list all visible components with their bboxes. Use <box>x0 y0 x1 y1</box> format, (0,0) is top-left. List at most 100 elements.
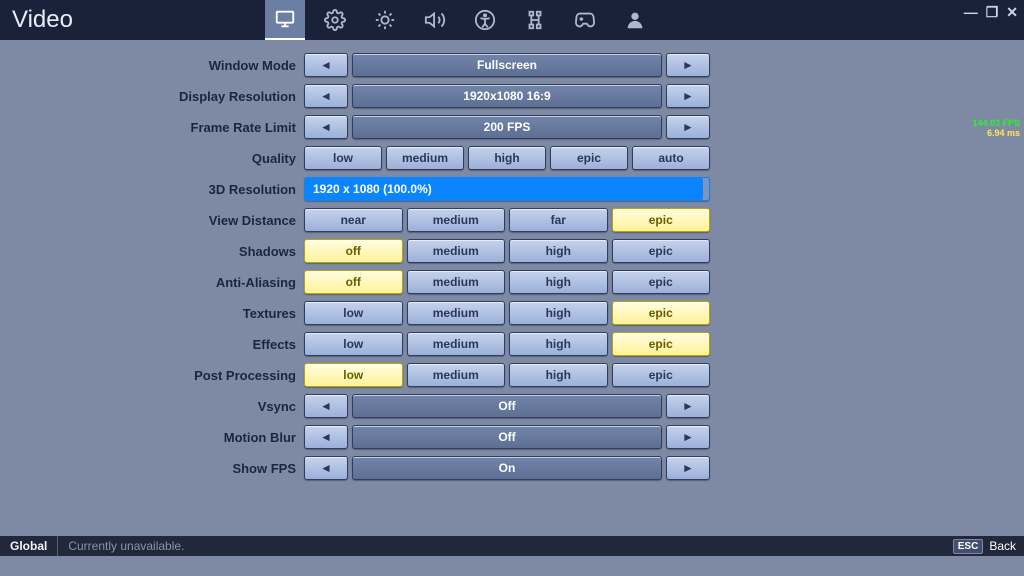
label-res_3d: 3D Resolution <box>120 182 304 197</box>
vsync-prev-button[interactable]: ◄ <box>304 394 348 418</box>
back-button[interactable]: ESC Back <box>953 539 1024 554</box>
row-vsync: Vsync◄Off► <box>120 393 710 419</box>
textures-option-epic[interactable]: epic <box>612 301 711 325</box>
display_resolution-next-button[interactable]: ► <box>666 84 710 108</box>
quality-option-auto[interactable]: auto <box>632 146 710 170</box>
label-show_fps: Show FPS <box>120 461 304 476</box>
anti_aliasing-option-off[interactable]: off <box>304 270 403 294</box>
effects-option-medium[interactable]: medium <box>407 332 506 356</box>
label-motion_blur: Motion Blur <box>120 430 304 445</box>
row-display_resolution: Display Resolution◄1920x1080 16:9► <box>120 83 710 109</box>
post_processing-option-medium[interactable]: medium <box>407 363 506 387</box>
view_distance-option-far[interactable]: far <box>509 208 608 232</box>
effects-option-high[interactable]: high <box>509 332 608 356</box>
row-effects: Effectslowmediumhighepic <box>120 331 710 357</box>
settings-stage: Window Mode◄Fullscreen►Display Resolutio… <box>0 40 1024 556</box>
window-close-button[interactable]: ✕ <box>1006 4 1018 21</box>
back-label: Back <box>989 539 1016 553</box>
row-show_fps: Show FPS ◄ On ► <box>120 455 710 481</box>
post_processing-option-high[interactable]: high <box>509 363 608 387</box>
window-controls: — ❐ ✕ <box>964 4 1018 21</box>
window_mode-next-button[interactable]: ► <box>666 53 710 77</box>
header-bar: Video — ❐ ✕ <box>0 0 1024 40</box>
show_fps-next-button[interactable]: ► <box>666 456 710 480</box>
chevron-left-icon: ◄ <box>320 120 332 134</box>
motion_blur-value: Off <box>352 425 662 449</box>
motion_blur-next-button[interactable]: ► <box>666 425 710 449</box>
row-post_processing: Post Processinglowmediumhighepic <box>120 362 710 388</box>
controller-icon <box>574 9 596 31</box>
chevron-right-icon: ► <box>682 120 694 134</box>
anti_aliasing-option-medium[interactable]: medium <box>407 270 506 294</box>
tab-display[interactable] <box>265 0 305 40</box>
back-key-badge: ESC <box>953 539 984 554</box>
anti_aliasing-option-epic[interactable]: epic <box>612 270 711 294</box>
audio-icon <box>424 9 446 31</box>
footer-scope[interactable]: Global <box>0 536 58 556</box>
label-shadows: Shadows <box>120 244 304 259</box>
label-quality: Quality <box>120 151 304 166</box>
res_3d-slider[interactable]: 1920 x 1080 (100.0%) <box>304 177 710 201</box>
fps-value: 144.03 FPS <box>972 118 1020 128</box>
tab-brightness[interactable] <box>365 0 405 40</box>
view_distance-option-medium[interactable]: medium <box>407 208 506 232</box>
quality-option-medium[interactable]: medium <box>386 146 464 170</box>
post_processing-option-epic[interactable]: epic <box>612 363 711 387</box>
window_mode-prev-button[interactable]: ◄ <box>304 53 348 77</box>
view_distance-option-near[interactable]: near <box>304 208 403 232</box>
quality-option-high[interactable]: high <box>468 146 546 170</box>
footer-status: Currently unavailable. <box>58 539 194 553</box>
quality-option-epic[interactable]: epic <box>550 146 628 170</box>
row-frame_rate_limit: Frame Rate Limit◄200 FPS► <box>120 114 710 140</box>
tab-account[interactable] <box>615 0 655 40</box>
window-minimize-button[interactable]: — <box>964 4 978 21</box>
vsync-next-button[interactable]: ► <box>666 394 710 418</box>
tab-settings[interactable] <box>315 0 355 40</box>
tab-controller[interactable] <box>565 0 605 40</box>
textures-option-high[interactable]: high <box>509 301 608 325</box>
chevron-right-icon: ► <box>682 461 694 475</box>
quality-option-low[interactable]: low <box>304 146 382 170</box>
effects-option-epic[interactable]: epic <box>612 332 711 356</box>
display_resolution-value: 1920x1080 16:9 <box>352 84 662 108</box>
effects-option-low[interactable]: low <box>304 332 403 356</box>
view_distance-option-epic[interactable]: epic <box>612 208 711 232</box>
shadows-option-off[interactable]: off <box>304 239 403 263</box>
label-textures: Textures <box>120 306 304 321</box>
chevron-left-icon: ◄ <box>320 430 332 444</box>
label-frame_rate_limit: Frame Rate Limit <box>120 120 304 135</box>
row-motion_blur: Motion Blur ◄ Off ► <box>120 424 710 450</box>
anti_aliasing-option-high[interactable]: high <box>509 270 608 294</box>
chevron-left-icon: ◄ <box>320 399 332 413</box>
label-anti_aliasing: Anti-Aliasing <box>120 275 304 290</box>
row-textures: Textureslowmediumhighepic <box>120 300 710 326</box>
chevron-right-icon: ► <box>682 430 694 444</box>
frame_rate_limit-prev-button[interactable]: ◄ <box>304 115 348 139</box>
tab-input[interactable] <box>515 0 555 40</box>
show_fps-value: On <box>352 456 662 480</box>
window-restore-button[interactable]: ❐ <box>986 4 999 21</box>
textures-option-low[interactable]: low <box>304 301 403 325</box>
label-view_distance: View Distance <box>120 213 304 228</box>
shadows-option-medium[interactable]: medium <box>407 239 506 263</box>
window_mode-value: Fullscreen <box>352 53 662 77</box>
video-settings-panel: Window Mode◄Fullscreen►Display Resolutio… <box>120 52 710 486</box>
frame_rate_limit-next-button[interactable]: ► <box>666 115 710 139</box>
frametime-value: 6.94 ms <box>972 128 1020 138</box>
show_fps-prev-button[interactable]: ◄ <box>304 456 348 480</box>
tab-accessibility[interactable] <box>465 0 505 40</box>
post_processing-option-low[interactable]: low <box>304 363 403 387</box>
footer-bar: Global Currently unavailable. ESC Back <box>0 536 1024 556</box>
motion_blur-prev-button[interactable]: ◄ <box>304 425 348 449</box>
input-icon <box>524 9 546 31</box>
label-display_resolution: Display Resolution <box>120 89 304 104</box>
display-icon <box>274 8 296 30</box>
display_resolution-prev-button[interactable]: ◄ <box>304 84 348 108</box>
shadows-option-epic[interactable]: epic <box>612 239 711 263</box>
tab-audio[interactable] <box>415 0 455 40</box>
chevron-right-icon: ► <box>682 58 694 72</box>
shadows-option-high[interactable]: high <box>509 239 608 263</box>
chevron-left-icon: ◄ <box>320 58 332 72</box>
textures-option-medium[interactable]: medium <box>407 301 506 325</box>
chevron-left-icon: ◄ <box>320 461 332 475</box>
